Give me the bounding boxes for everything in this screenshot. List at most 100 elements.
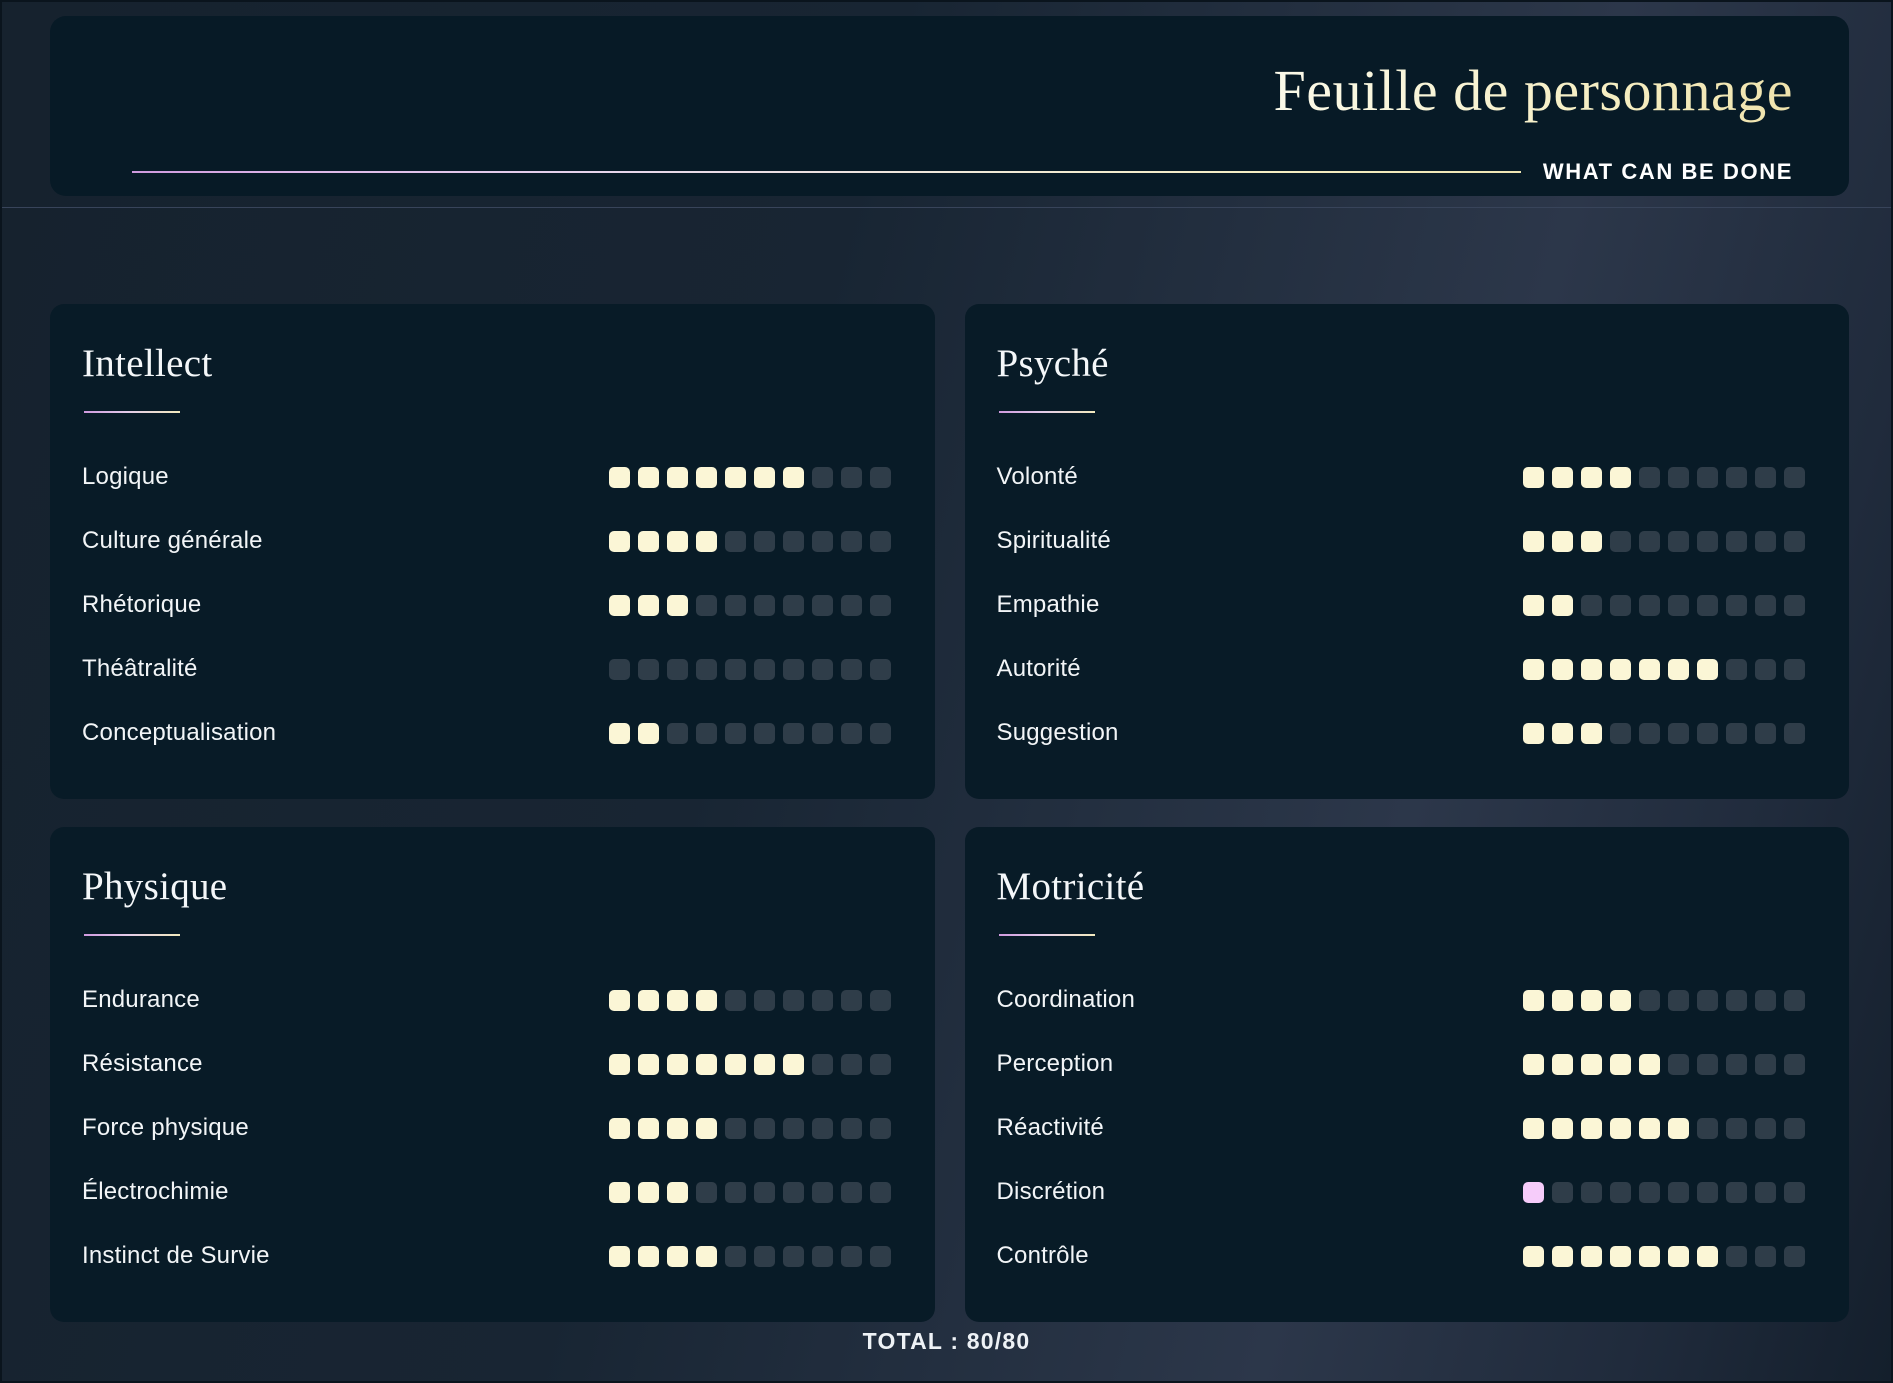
stat-pip-empty[interactable] [840,530,862,552]
stat-pip-empty[interactable] [1755,722,1776,744]
stat-pip-empty[interactable] [695,1181,717,1203]
stat-pip-filled[interactable] [1523,594,1544,616]
stat-pip-empty[interactable] [840,1053,862,1075]
stat-pip-filled[interactable] [1552,530,1573,552]
stat-pip-filled[interactable] [608,466,630,488]
stat-pip-filled[interactable] [637,1053,659,1075]
stat-pip-track[interactable] [1523,1117,1805,1139]
stat-pip-empty[interactable] [1639,466,1660,488]
stat-pip-empty[interactable] [1726,1245,1747,1267]
stat-pip-empty[interactable] [811,1053,833,1075]
stat-pip-empty[interactable] [782,989,804,1011]
stat-pip-track[interactable] [1523,530,1805,552]
stat-pip-empty[interactable] [1697,1181,1718,1203]
stat-pip-empty[interactable] [840,594,862,616]
stat-pip-empty[interactable] [840,1181,862,1203]
stat-pip-empty[interactable] [840,722,862,744]
stat-pip-filled[interactable] [1552,594,1573,616]
stat-pip-empty[interactable] [1784,989,1805,1011]
stat-pip-empty[interactable] [1784,1117,1805,1139]
stat-pip-empty[interactable] [1668,1053,1689,1075]
stat-pip-filled[interactable] [695,1245,717,1267]
stat-pip-filled[interactable] [782,1053,804,1075]
stat-pip-empty[interactable] [1726,722,1747,744]
stat-pip-empty[interactable] [869,989,891,1011]
stat-pip-filled[interactable] [666,989,688,1011]
stat-pip-filled[interactable] [637,722,659,744]
stat-pip-empty[interactable] [1639,722,1660,744]
stat-pip-empty[interactable] [724,1117,746,1139]
stat-pip-empty[interactable] [1755,989,1776,1011]
stat-pip-track[interactable] [1523,594,1805,616]
stat-pip-empty[interactable] [811,722,833,744]
stat-pip-empty[interactable] [1726,1181,1747,1203]
stat-pip-empty[interactable] [1639,594,1660,616]
stat-pip-empty[interactable] [1697,594,1718,616]
stat-pip-empty[interactable] [1726,466,1747,488]
stat-pip-empty[interactable] [1697,1053,1718,1075]
stat-pip-empty[interactable] [869,1245,891,1267]
stat-pip-empty[interactable] [666,658,688,680]
stat-pip-filled[interactable] [666,594,688,616]
stat-pip-empty[interactable] [753,1181,775,1203]
stat-pip-filled[interactable] [1639,1053,1660,1075]
stat-pip-track[interactable] [608,989,891,1011]
stat-pip-empty[interactable] [695,658,717,680]
stat-pip-empty[interactable] [1726,594,1747,616]
stat-pip-track[interactable] [608,1053,891,1075]
stat-pip-empty[interactable] [1784,530,1805,552]
stat-pip-filled[interactable] [1581,466,1602,488]
stat-pip-filled[interactable] [1668,1117,1689,1139]
stat-pip-empty[interactable] [869,1053,891,1075]
stat-pip-empty[interactable] [1697,989,1718,1011]
stat-pip-empty[interactable] [869,530,891,552]
stat-pip-empty[interactable] [1784,1053,1805,1075]
stat-pip-empty[interactable] [1668,722,1689,744]
stat-pip-filled[interactable] [1552,722,1573,744]
stat-pip-empty[interactable] [1755,1053,1776,1075]
stat-pip-filled[interactable] [608,594,630,616]
stat-pip-filled[interactable] [695,466,717,488]
stat-pip-empty[interactable] [1639,1181,1660,1203]
stat-pip-track[interactable] [1523,989,1805,1011]
stat-pip-empty[interactable] [1784,1181,1805,1203]
stat-pip-empty[interactable] [753,1117,775,1139]
stat-pip-filled[interactable] [782,466,804,488]
stat-pip-filled[interactable] [1523,722,1544,744]
stat-pip-filled[interactable] [608,1053,630,1075]
stat-pip-track[interactable] [608,530,891,552]
stat-pip-empty[interactable] [695,594,717,616]
stat-pip-filled[interactable] [1581,1053,1602,1075]
stat-pip-filled[interactable] [1581,1245,1602,1267]
stat-pip-track[interactable] [1523,1245,1805,1267]
stat-pip-filled[interactable] [1697,658,1718,680]
stat-pip-filled[interactable] [1581,1117,1602,1139]
stat-pip-filled[interactable] [637,466,659,488]
stat-pip-empty[interactable] [1726,530,1747,552]
stat-pip-filled[interactable] [695,1117,717,1139]
stat-pip-track[interactable] [1523,722,1805,744]
stat-pip-filled[interactable] [666,1117,688,1139]
stat-pip-filled[interactable] [724,1053,746,1075]
stat-pip-filled[interactable] [1523,1117,1544,1139]
stat-pip-empty[interactable] [1697,466,1718,488]
stat-pip-filled[interactable] [1610,466,1631,488]
stat-pip-filled[interactable] [1697,1245,1718,1267]
stat-pip-empty[interactable] [840,466,862,488]
stat-pip-filled[interactable] [1552,1053,1573,1075]
stat-pip-filled[interactable] [724,466,746,488]
stat-pip-empty[interactable] [869,658,891,680]
stat-pip-filled[interactable] [1610,658,1631,680]
stat-pip-empty[interactable] [753,989,775,1011]
stat-pip-filled[interactable] [1668,1245,1689,1267]
stat-pip-empty[interactable] [782,1117,804,1139]
stat-pip-filled[interactable] [608,1117,630,1139]
stat-pip-filled[interactable] [1581,989,1602,1011]
stat-pip-filled[interactable] [1610,989,1631,1011]
stat-pip-empty[interactable] [811,594,833,616]
stat-pip-empty[interactable] [1726,1053,1747,1075]
stat-pip-empty[interactable] [753,1245,775,1267]
stat-pip-track[interactable] [1523,1053,1805,1075]
stat-pip-empty[interactable] [1755,466,1776,488]
stat-pip-filled[interactable] [1552,989,1573,1011]
